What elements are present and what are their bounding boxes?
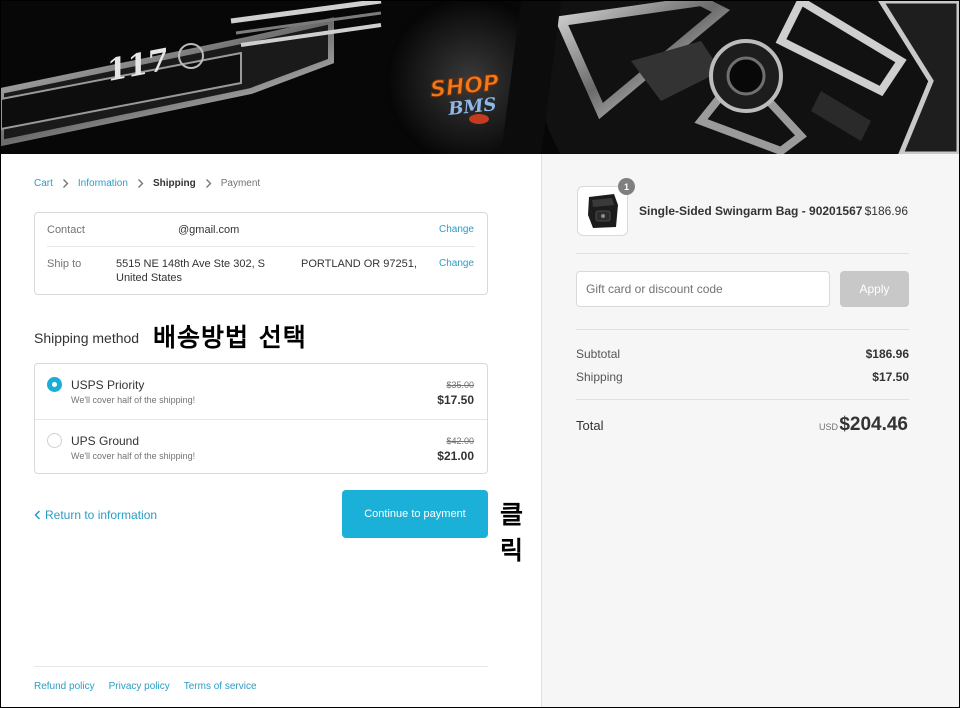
radio-selected[interactable]: [47, 377, 62, 392]
chevron-right-icon: [62, 179, 69, 188]
shipping-option-name: USPS Priority: [71, 378, 145, 392]
apply-discount-button[interactable]: Apply: [840, 271, 909, 307]
click-annotation: 클릭: [500, 500, 524, 565]
return-link-label: Return to information: [45, 508, 158, 522]
continue-to-payment-button[interactable]: Continue to payment: [342, 490, 488, 538]
quantity-badge: 1: [618, 178, 635, 195]
return-to-information-link[interactable]: Return to information: [34, 508, 157, 522]
chevron-left-icon: [34, 510, 41, 520]
shipping-option-name: UPS Ground: [71, 434, 140, 448]
breadcrumb-payment: Payment: [220, 178, 261, 189]
breadcrumb: Cart Information Shipping Payment: [34, 178, 260, 189]
change-address-link[interactable]: Change: [439, 258, 474, 269]
shipping-cost-label: Shipping: [576, 370, 623, 384]
shipping-cost-value: $17.50: [872, 370, 909, 384]
radio-unselected[interactable]: [47, 433, 62, 448]
subtotal-value: $186.96: [865, 347, 909, 361]
breadcrumb-cart[interactable]: Cart: [34, 178, 53, 189]
shipping-option-price: $21.00: [437, 449, 474, 463]
review-divider: [47, 246, 475, 247]
ship-address-country: United States: [116, 272, 183, 284]
total-currency: USD: [819, 422, 839, 432]
breadcrumb-shipping: Shipping: [152, 178, 196, 189]
product-thumbnail: [577, 186, 628, 236]
total-label: Total: [576, 418, 604, 433]
swingarm-bag-image: [588, 194, 618, 228]
privacy-policy-link[interactable]: Privacy policy: [109, 681, 170, 692]
footer-divider: [34, 666, 488, 667]
shipping-methods: USPS Priority We'll cover half of the sh…: [34, 363, 488, 474]
ship-address-line1: 5515 NE 148th Ave Ste 302, S: [116, 258, 266, 270]
shipping-option-price: $17.50: [437, 393, 474, 407]
change-contact-link[interactable]: Change: [439, 224, 474, 235]
chevron-right-icon: [205, 179, 212, 188]
ship-address-city: PORTLAND OR 97251,: [301, 258, 417, 270]
shipping-option-ups[interactable]: UPS Ground We'll cover half of the shipp…: [35, 419, 487, 474]
terms-of-service-link[interactable]: Terms of service: [184, 681, 257, 692]
shipping-cost-row: Shipping $17.50: [576, 370, 909, 384]
checkout-main: Cart Information Shipping Payment Contac…: [0, 154, 541, 707]
customer-review-box: Contact @gmail.com Change Ship to 5515 N…: [34, 212, 488, 295]
select-shipping-annotation: 배송방법 선택: [153, 323, 307, 352]
contact-label: Contact: [47, 224, 85, 236]
refund-policy-link[interactable]: Refund policy: [34, 681, 95, 692]
shipping-option-original-price: $35.00: [446, 380, 474, 390]
order-summary: 1 Single-Sided Swingarm Bag - 90201567 $…: [541, 154, 959, 707]
summary-divider: [576, 399, 909, 400]
shipping-method-title: Shipping method: [34, 330, 140, 346]
subtotal-row: Subtotal $186.96: [576, 347, 909, 361]
chevron-right-icon: [137, 179, 144, 188]
subtotal-label: Subtotal: [576, 347, 621, 361]
contact-value: @gmail.com: [178, 224, 240, 236]
ship-to-label: Ship to: [47, 258, 82, 270]
product-price: $186.96: [864, 204, 908, 218]
total-value: $204.46: [839, 414, 908, 435]
footer-links: Refund policy Privacy policy Terms of se…: [34, 681, 257, 692]
product-name: Single-Sided Swingarm Bag - 90201567: [639, 204, 863, 218]
shipping-option-description: We'll cover half of the shipping!: [71, 451, 196, 461]
summary-divider: [576, 329, 909, 330]
shipping-option-description: We'll cover half of the shipping!: [71, 395, 196, 405]
store-banner: 117 SHOP BMS: [1, 1, 959, 154]
shipping-option-usps[interactable]: USPS Priority We'll cover half of the sh…: [35, 364, 487, 419]
shipping-option-original-price: $42.00: [446, 436, 474, 446]
breadcrumb-information[interactable]: Information: [78, 178, 128, 189]
discount-code-input[interactable]: [576, 271, 830, 307]
summary-divider: [576, 253, 909, 254]
